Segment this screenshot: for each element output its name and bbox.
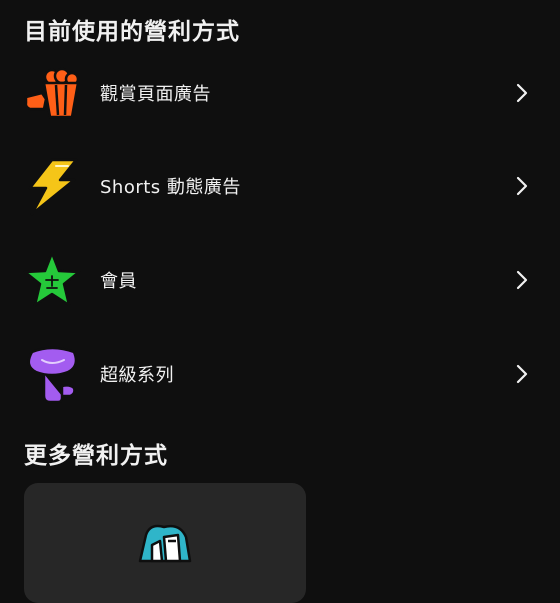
monetization-item-label: 觀賞頁面廣告 <box>100 84 211 105</box>
monetization-item-shorts-feed-ads[interactable]: Shorts 動態廣告 <box>0 146 560 226</box>
monetization-item-watch-page-ads[interactable]: 觀賞頁面廣告 <box>0 53 560 133</box>
monetization-item-label: Shorts 動態廣告 <box>100 177 241 198</box>
monetization-item-memberships[interactable]: 會員 <box>0 240 560 320</box>
shopping-bag-icon <box>130 521 200 581</box>
chevron-right-icon <box>514 268 530 292</box>
more-monetization-card[interactable] <box>24 483 306 603</box>
monetization-item-supers[interactable]: 超級系列 <box>0 334 560 414</box>
monetization-item-label: 會員 <box>100 271 137 292</box>
chevron-right-icon <box>514 81 530 105</box>
section-title-current-monetization: 目前使用的營利方式 <box>24 19 240 45</box>
chevron-right-icon <box>514 174 530 198</box>
chevron-right-icon <box>514 362 530 386</box>
section-title-more-monetization: 更多營利方式 <box>24 443 168 469</box>
popcorn-icon <box>22 63 82 123</box>
star-icon <box>22 250 82 310</box>
monetization-item-label: 超級系列 <box>100 365 174 386</box>
flower-icon <box>22 344 82 404</box>
lightning-icon <box>22 156 82 216</box>
